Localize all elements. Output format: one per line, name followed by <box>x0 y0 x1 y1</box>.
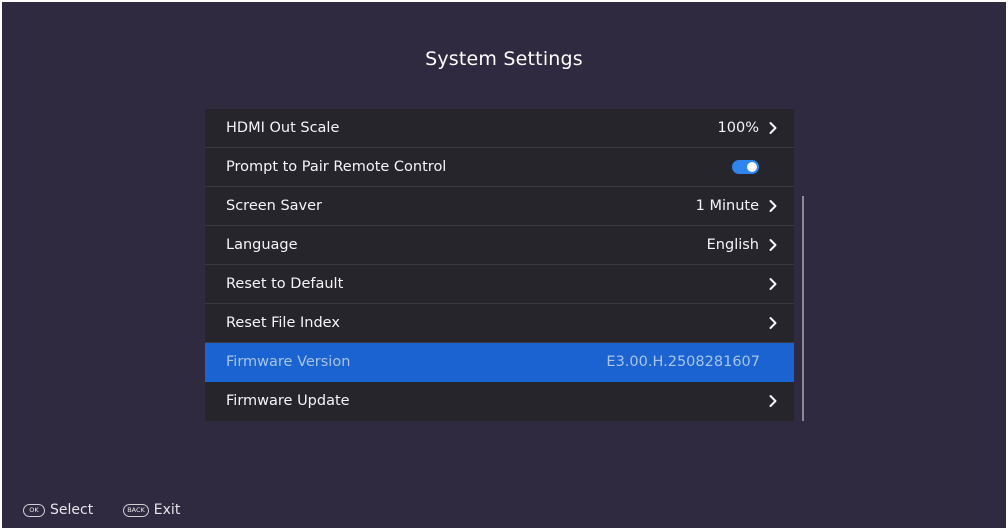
setting-row-prompt-to-pair-remote[interactable]: Prompt to Pair Remote Control <box>205 148 794 187</box>
setting-value-group <box>768 277 778 291</box>
setting-value-group: 100% <box>718 120 778 136</box>
chevron-right-icon <box>769 122 777 134</box>
toggle-switch-icon[interactable] <box>732 160 759 174</box>
setting-value-group <box>768 316 778 330</box>
hint-select: OK Select <box>23 502 93 518</box>
hint-exit: BACK Exit <box>123 502 180 518</box>
setting-label: HDMI Out Scale <box>226 120 340 136</box>
setting-row-reset-to-default[interactable]: Reset to Default <box>205 265 794 304</box>
firmware-version-value: E3.00.H.2508281607 <box>606 354 760 370</box>
chevron-right-icon <box>769 278 777 290</box>
setting-label: Reset to Default <box>226 276 344 292</box>
hint-label: Select <box>50 502 94 518</box>
setting-label: Reset File Index <box>226 315 340 331</box>
toggle-knob <box>747 162 757 172</box>
setting-row-reset-file-index[interactable]: Reset File Index <box>205 304 794 343</box>
chevron-right-icon <box>769 317 777 329</box>
setting-value-group: E3.00.H.2508281607 <box>606 354 778 370</box>
settings-list: HDMI Out Scale 100% Prompt to Pair Remot… <box>205 109 794 421</box>
setting-value: English <box>706 237 759 253</box>
setting-row-firmware-update[interactable]: Firmware Update <box>205 382 794 420</box>
chevron-right-icon <box>769 200 777 212</box>
setting-label: Screen Saver <box>226 198 323 214</box>
setting-row-language[interactable]: Language English <box>205 226 794 265</box>
setting-label: Firmware Update <box>226 393 350 409</box>
setting-label: Prompt to Pair Remote Control <box>226 159 447 175</box>
setting-value-group <box>768 394 778 408</box>
scrollbar[interactable] <box>802 196 804 421</box>
setting-value: 100% <box>717 120 759 136</box>
button-hints: OK Select BACK Exit <box>23 502 210 518</box>
ok-key-icon: OK <box>23 503 45 517</box>
setting-value: 1 Minute <box>695 198 759 214</box>
back-key-icon: BACK <box>123 503 149 517</box>
setting-label: Firmware Version <box>226 354 351 370</box>
setting-value-group: 1 Minute <box>696 198 778 214</box>
setting-row-hdmi-out-scale[interactable]: HDMI Out Scale 100% <box>205 109 794 148</box>
hint-label: Exit <box>153 502 181 518</box>
chevron-right-icon <box>769 239 777 251</box>
chevron-right-icon <box>769 395 777 407</box>
setting-row-firmware-version[interactable]: Firmware Version E3.00.H.2508281607 <box>205 343 794 382</box>
setting-row-screen-saver[interactable]: Screen Saver 1 Minute <box>205 187 794 226</box>
setting-value-group: English <box>707 237 778 253</box>
setting-label: Language <box>226 237 298 253</box>
page-title: System Settings <box>425 48 583 70</box>
